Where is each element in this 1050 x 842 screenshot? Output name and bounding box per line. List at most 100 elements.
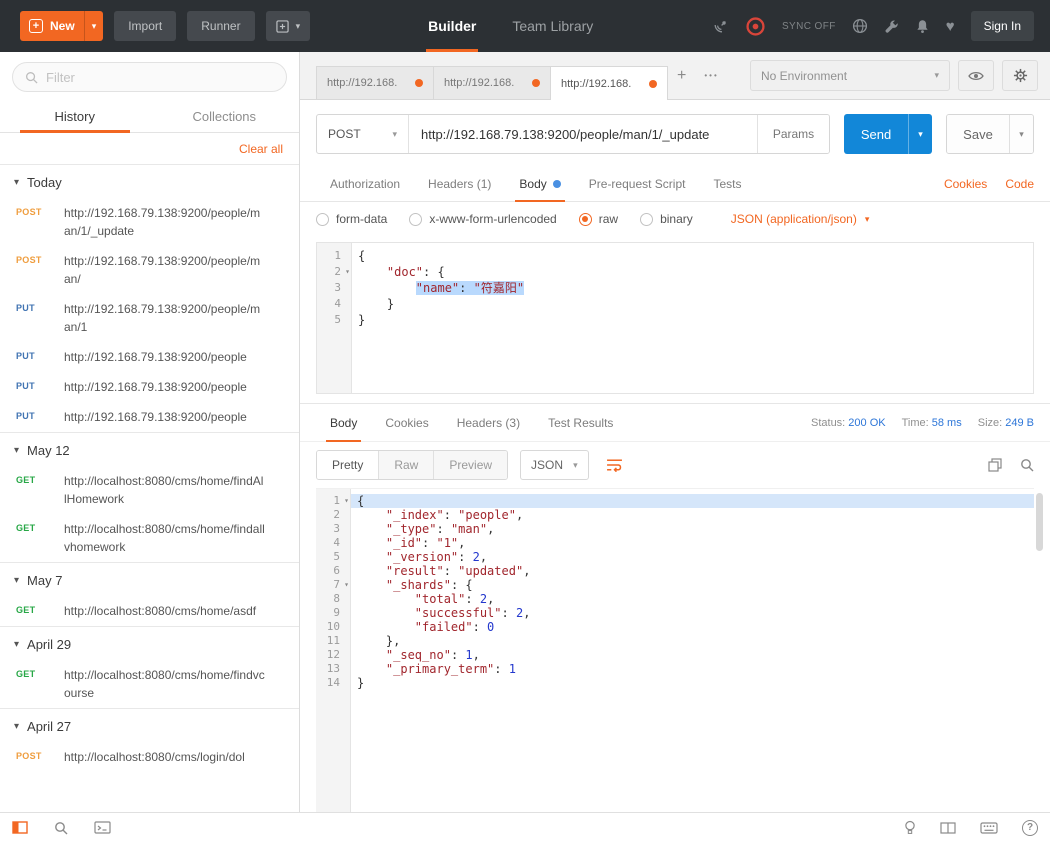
response-tab-test-results[interactable]: Test Results bbox=[534, 404, 627, 441]
copy-icon[interactable] bbox=[988, 458, 1002, 472]
view-mode-pretty[interactable]: Pretty bbox=[317, 451, 379, 479]
more-tabs-button[interactable]: ••• bbox=[696, 71, 726, 80]
help-icon[interactable]: ? bbox=[1022, 820, 1038, 836]
request-tab-authorization[interactable]: Authorization bbox=[316, 166, 414, 201]
content-type-select[interactable]: JSON (application/json) ▾ bbox=[731, 212, 870, 226]
history-item[interactable]: POSThttp://192.168.79.138:9200/people/ma… bbox=[0, 246, 299, 294]
request-tabs-row: AuthorizationHeaders (1)BodyPre-request … bbox=[300, 166, 1050, 202]
main-area: http://192.168.http://192.168.http://192… bbox=[300, 52, 1050, 812]
open-request-tab[interactable]: http://192.168. bbox=[433, 66, 551, 99]
workspace-button[interactable]: ▾ bbox=[266, 11, 311, 41]
clear-all-link[interactable]: Clear all bbox=[239, 142, 283, 156]
body-type-x-www-form-urlencoded[interactable]: x-www-form-urlencoded bbox=[409, 212, 556, 226]
editor-code[interactable]: { "doc": { "name": "符嘉阳" }} bbox=[352, 243, 1033, 393]
code-token: , bbox=[523, 564, 530, 578]
body-type-form-data[interactable]: form-data bbox=[316, 212, 387, 226]
code-token bbox=[358, 265, 387, 279]
response-tab-headers-3[interactable]: Headers (3) bbox=[443, 404, 534, 441]
nav-team-library[interactable]: Team Library bbox=[512, 0, 593, 52]
history-item[interactable]: PUThttp://192.168.79.138:9200/people bbox=[0, 372, 299, 402]
history-item[interactable]: GEThttp://localhost:8080/cms/home/findal… bbox=[0, 514, 299, 562]
meta-label: Time: bbox=[902, 417, 932, 429]
sync-status-icon[interactable] bbox=[745, 16, 766, 37]
keyboard-shortcuts-icon[interactable] bbox=[980, 822, 998, 834]
send-options-button[interactable]: ▾ bbox=[908, 114, 932, 154]
url-input[interactable] bbox=[409, 115, 757, 153]
open-request-tab[interactable]: http://192.168. bbox=[550, 66, 668, 100]
request-tab-body[interactable]: Body bbox=[505, 166, 574, 201]
send-button[interactable]: Send bbox=[844, 114, 908, 154]
gutter-line-number: 4 bbox=[317, 296, 351, 312]
sidebar-tab-history[interactable]: History bbox=[0, 100, 150, 132]
viewer-code[interactable]: { "_index": "people", "_type": "man", "_… bbox=[351, 489, 1034, 812]
history-group-header[interactable]: ▾April 29 bbox=[0, 627, 299, 660]
response-tab-body[interactable]: Body bbox=[316, 404, 371, 441]
history-item[interactable]: PUThttp://192.168.79.138:9200/people/man… bbox=[0, 294, 299, 342]
save-options-button[interactable]: ▾ bbox=[1009, 115, 1033, 153]
history-item[interactable]: GEThttp://localhost:8080/cms/home/asdf bbox=[0, 596, 299, 626]
request-tab-headers-1[interactable]: Headers (1) bbox=[414, 166, 505, 201]
request-url-label: http://192.168.79.138:9200/people/man/ bbox=[64, 252, 266, 288]
code-token: : bbox=[459, 281, 473, 295]
fold-caret-icon[interactable]: ▾ bbox=[345, 264, 350, 280]
history-group-header[interactable]: ▾April 27 bbox=[0, 709, 299, 742]
environment-quicklook-button[interactable] bbox=[958, 60, 994, 91]
body-type-raw[interactable]: raw bbox=[579, 212, 618, 226]
fold-caret-icon[interactable]: ▾ bbox=[344, 494, 349, 508]
history-item[interactable]: POSThttp://localhost:8080/cms/login/dol bbox=[0, 742, 299, 772]
search-icon[interactable] bbox=[54, 821, 68, 835]
console-icon[interactable] bbox=[94, 821, 111, 834]
history-item[interactable]: POSThttp://192.168.79.138:9200/people/ma… bbox=[0, 198, 299, 246]
history-item[interactable]: GEThttp://localhost:8080/cms/home/findvc… bbox=[0, 660, 299, 708]
new-options-button[interactable]: ▾ bbox=[84, 11, 104, 41]
response-tab-cookies[interactable]: Cookies bbox=[371, 404, 442, 441]
wrap-text-button[interactable] bbox=[601, 451, 629, 479]
save-button[interactable]: Save bbox=[947, 115, 1009, 153]
method-select[interactable]: POST ▾ bbox=[317, 115, 409, 153]
request-tab-pre-request-script[interactable]: Pre-request Script bbox=[575, 166, 700, 201]
history-item[interactable]: GEThttp://localhost:8080/cms/home/findAl… bbox=[0, 466, 299, 514]
toggle-sidebar-icon[interactable] bbox=[12, 821, 28, 834]
history-group-header[interactable]: ▾Today bbox=[0, 165, 299, 198]
settings-button[interactable] bbox=[1002, 60, 1038, 91]
new-button[interactable]: + New ▾ bbox=[20, 11, 103, 41]
request-tab-tests[interactable]: Tests bbox=[699, 166, 755, 201]
filter-input[interactable] bbox=[46, 70, 274, 85]
main-nav: Builder Team Library bbox=[428, 0, 593, 52]
open-request-tab[interactable]: http://192.168. bbox=[316, 66, 434, 99]
params-button[interactable]: Params bbox=[757, 115, 829, 153]
cookies-link[interactable]: Cookies bbox=[944, 177, 987, 191]
notifications-bell-icon[interactable] bbox=[915, 19, 930, 34]
code-link[interactable]: Code bbox=[1005, 177, 1034, 191]
sync-off-label: SYNC OFF bbox=[782, 21, 836, 32]
sidebar-tab-collections[interactable]: Collections bbox=[150, 100, 300, 132]
scrollbar[interactable] bbox=[1036, 493, 1044, 808]
history-item[interactable]: PUThttp://192.168.79.138:9200/people bbox=[0, 342, 299, 372]
new-tab-button[interactable]: + bbox=[667, 67, 696, 85]
format-select[interactable]: JSON ▾ bbox=[520, 450, 589, 480]
settings-wrench-icon[interactable] bbox=[884, 19, 899, 34]
proxy-antenna-icon[interactable] bbox=[713, 18, 729, 34]
code-token: "_primary_term" bbox=[386, 662, 494, 676]
fold-caret-icon[interactable]: ▾ bbox=[344, 578, 349, 592]
body-type-binary[interactable]: binary bbox=[640, 212, 693, 226]
history-group-header[interactable]: ▾May 7 bbox=[0, 563, 299, 596]
history-group-header[interactable]: ▾May 12 bbox=[0, 433, 299, 466]
lightbulb-icon[interactable] bbox=[904, 820, 916, 835]
request-url-label: http://192.168.79.138:9200/people bbox=[64, 408, 266, 426]
nav-builder[interactable]: Builder bbox=[428, 0, 476, 52]
search-response-icon[interactable] bbox=[1020, 458, 1034, 472]
sign-in-button[interactable]: Sign In bbox=[971, 11, 1034, 41]
import-button[interactable]: Import bbox=[114, 11, 176, 41]
two-pane-view-icon[interactable] bbox=[940, 822, 956, 834]
view-mode-preview[interactable]: Preview bbox=[434, 451, 507, 479]
runner-button[interactable]: Runner bbox=[187, 11, 254, 41]
interceptor-globe-icon[interactable] bbox=[852, 18, 868, 34]
scrollbar-thumb[interactable] bbox=[1036, 493, 1043, 551]
response-body-viewer[interactable]: 1▾234567▾891011121314 { "_index": "peopl… bbox=[316, 488, 1034, 812]
favorites-heart-icon[interactable]: ♥ bbox=[946, 18, 955, 35]
request-body-editor[interactable]: 12▾345 { "doc": { "name": "符嘉阳" }} bbox=[316, 242, 1034, 394]
view-mode-raw[interactable]: Raw bbox=[379, 451, 434, 479]
environment-select[interactable]: No Environment ▾ bbox=[750, 60, 950, 91]
history-item[interactable]: PUThttp://192.168.79.138:9200/people bbox=[0, 402, 299, 432]
